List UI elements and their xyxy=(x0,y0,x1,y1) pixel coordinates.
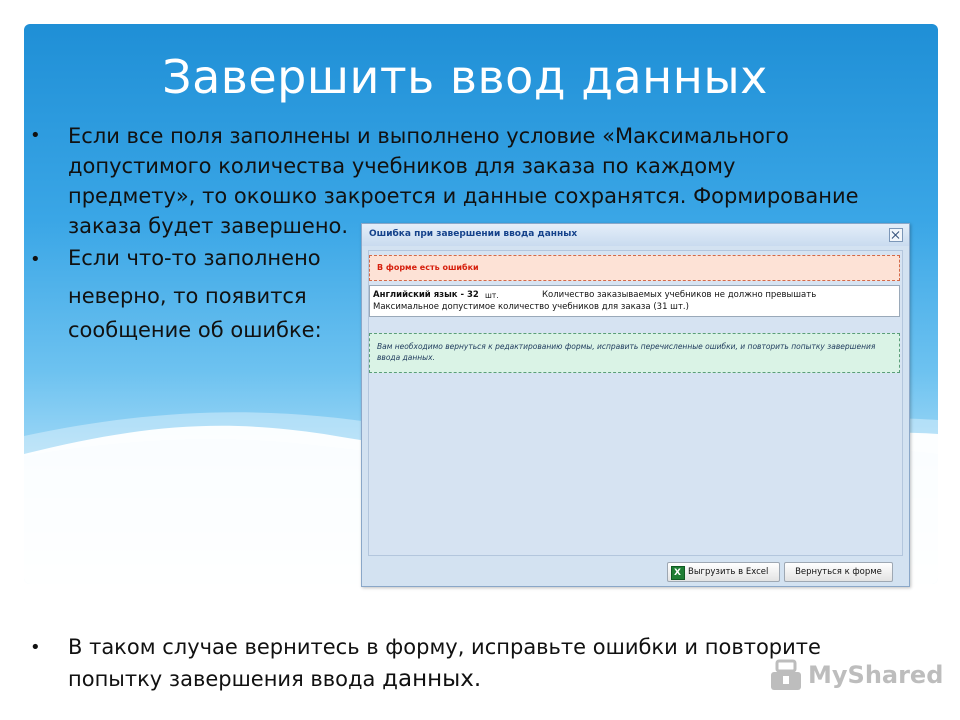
back-to-form-button[interactable]: Вернуться к форме xyxy=(784,562,893,582)
error-item: Английский язык - 32 шт. Количество зака… xyxy=(369,285,900,317)
error-item-subject: Английский язык - 32 xyxy=(373,290,479,300)
export-excel-label: Выгрузить в Excel xyxy=(688,567,769,577)
bullet-1-line-2: допустимого количества учебников для зак… xyxy=(68,154,736,178)
bullet-1-line-3: предмету», то окошко закроется и данные … xyxy=(68,184,859,208)
dialog-title: Ошибка при завершении ввода данных xyxy=(369,229,578,239)
error-item-limit: Максимальное допустимое количество учебн… xyxy=(373,302,689,312)
myshared-logo: MyShared xyxy=(768,656,943,694)
info-box: Вам необходимо вернуться к редактировани… xyxy=(369,333,900,373)
bullet-2-line-2: неверно, то появится xyxy=(68,284,307,308)
bullet-3-tail: данных. xyxy=(382,666,482,692)
dialog-titlebar: Ошибка при завершении ввода данных xyxy=(362,224,909,246)
bullet-1-line-1: Если все поля заполнены и выполнено усло… xyxy=(68,124,789,148)
error-item-unit: шт. xyxy=(485,291,499,300)
bullet-3-line-1: В таком случае вернитесь в форму, исправ… xyxy=(68,635,821,659)
slide: Завершить ввод данных • Если все поля за… xyxy=(0,0,960,720)
bullet-3-line-2: попытку завершения ввода данных. xyxy=(68,664,481,694)
error-header: В форме есть ошибки xyxy=(377,263,479,272)
back-to-form-label: Вернуться к форме xyxy=(795,567,882,577)
dialog-body: В форме есть ошибки Английский язык - 32… xyxy=(368,250,903,556)
myshared-logo-text: MyShared xyxy=(808,661,944,689)
close-icon[interactable] xyxy=(889,228,903,242)
error-dialog: Ошибка при завершении ввода данных В фор… xyxy=(361,223,910,587)
bullet-2-line-3: сообщение об ошибке: xyxy=(68,318,322,342)
bullet-marker: • xyxy=(30,637,41,658)
bullet-marker: • xyxy=(30,249,41,270)
excel-icon xyxy=(671,564,685,582)
error-item-message: Количество заказываемых учебников не дол… xyxy=(542,290,817,300)
myshared-logo-icon xyxy=(771,659,801,690)
info-text: Вам необходимо вернуться к редактировани… xyxy=(377,342,876,362)
bullet-3-line-2-text: попытку завершения ввода xyxy=(68,667,376,691)
slide-title: Завершить ввод данных xyxy=(162,50,768,104)
export-excel-button[interactable]: Выгрузить в Excel xyxy=(667,562,780,582)
error-header-box: В форме есть ошибки xyxy=(369,255,900,281)
bullet-marker: • xyxy=(30,125,41,146)
bullet-2-line-1: Если что-то заполнено xyxy=(68,246,321,270)
bullet-1-line-4: заказа будет завершено. xyxy=(68,214,349,238)
